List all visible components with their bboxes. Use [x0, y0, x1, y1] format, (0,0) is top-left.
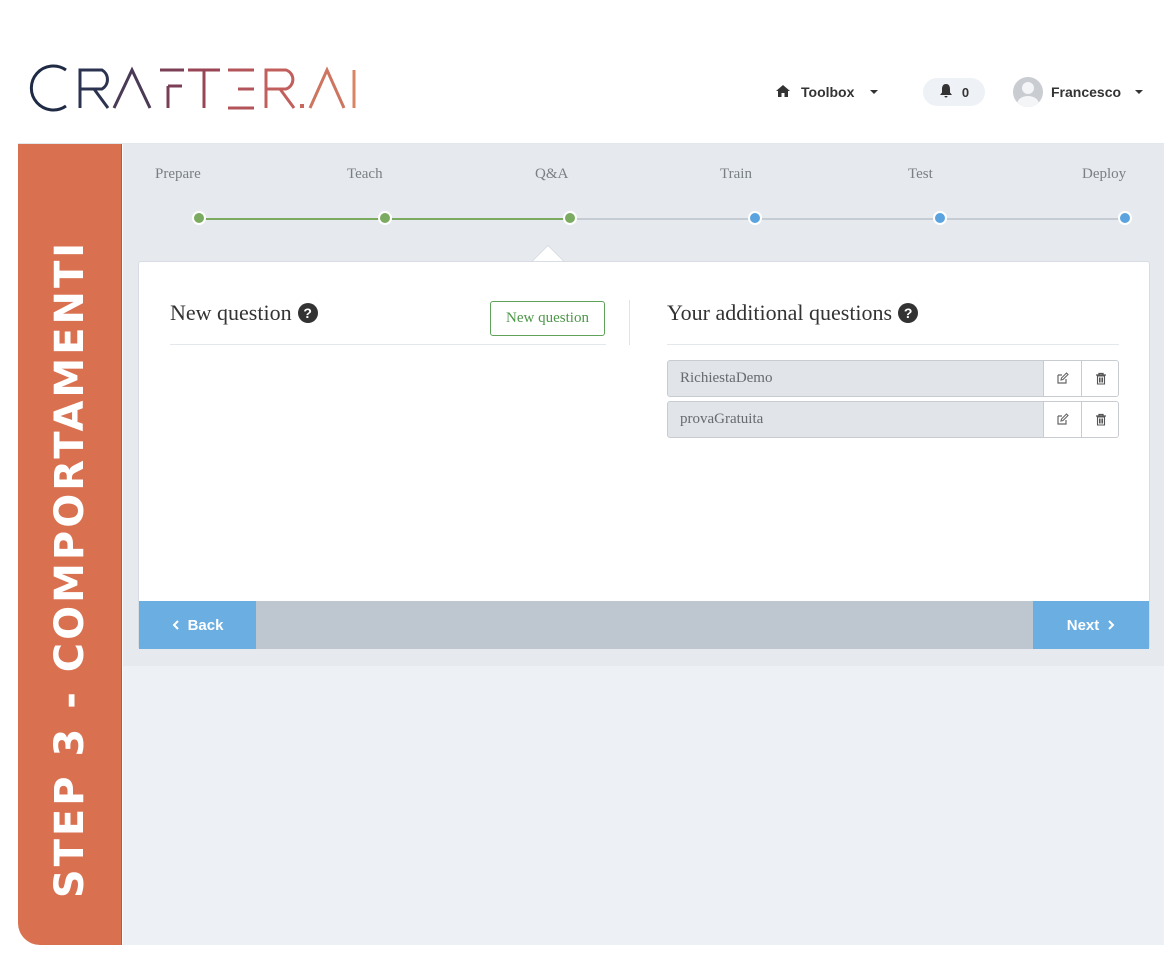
- list-item: provaGratuita: [667, 401, 1119, 438]
- back-button[interactable]: Back: [139, 601, 256, 649]
- user-menu[interactable]: Francesco: [1013, 77, 1144, 107]
- step-dot-test[interactable]: [933, 211, 947, 225]
- next-label: Next: [1066, 616, 1100, 634]
- back-label: Back: [187, 616, 224, 634]
- step-connector: [941, 218, 1126, 220]
- home-icon: [775, 84, 791, 101]
- list-item: RichiestaDemo: [667, 360, 1119, 397]
- notification-count: 0: [961, 84, 970, 100]
- edit-button[interactable]: [1043, 402, 1081, 437]
- main-content: Prepare Teach Q&A Train Test Deploy New …: [123, 144, 1164, 945]
- question-circle-icon[interactable]: ?: [297, 303, 318, 323]
- top-header: Toolbox 0 Francesco: [18, 40, 1164, 144]
- new-question-button[interactable]: New question: [490, 301, 605, 336]
- edit-icon: [1057, 372, 1069, 384]
- step-label-deploy[interactable]: Deploy: [1082, 166, 1126, 183]
- step-label-qa[interactable]: Q&A: [535, 166, 568, 183]
- divider: [170, 344, 606, 345]
- caret-down-icon: [1135, 90, 1144, 94]
- step-label-train[interactable]: Train: [720, 166, 752, 183]
- step-label-test[interactable]: Test: [908, 166, 933, 183]
- question-name: provaGratuita: [680, 411, 764, 427]
- caret-down-icon: [870, 90, 879, 94]
- column-divider: [629, 300, 630, 345]
- user-name: Francesco: [1051, 84, 1122, 100]
- step-connector: [756, 218, 941, 220]
- crafter-logo-graphic: [29, 64, 356, 112]
- next-button[interactable]: Next: [1033, 601, 1149, 649]
- divider: [667, 344, 1119, 345]
- trash-icon: [1095, 413, 1106, 426]
- new-question-title: New question: [170, 300, 292, 325]
- chevron-right-icon: [1108, 620, 1115, 630]
- app-frame: Toolbox 0 Francesco STEP 3 - COMPORTAMEN…: [18, 40, 1164, 945]
- avatar: [1013, 77, 1043, 107]
- bell-icon: [939, 83, 953, 102]
- crafter-logo[interactable]: [28, 62, 358, 119]
- step-label-teach[interactable]: Teach: [347, 166, 383, 183]
- step-dot-deploy[interactable]: [1118, 211, 1132, 225]
- edit-icon: [1057, 413, 1069, 425]
- step-dot-prepare[interactable]: [192, 211, 206, 225]
- question-name: RichiestaDemo: [680, 370, 773, 386]
- qa-card: New question ? New question Your additio…: [138, 261, 1150, 649]
- toolbox-label: Toolbox: [801, 84, 855, 100]
- step-connector: [386, 218, 571, 220]
- step-dot-teach[interactable]: [378, 211, 392, 225]
- step-connector: [571, 218, 756, 220]
- additional-questions-title: Your additional questions: [667, 300, 893, 325]
- edit-button[interactable]: [1043, 361, 1081, 396]
- additional-questions-heading: Your additional questions ?: [667, 300, 919, 326]
- step-connector: [200, 218, 386, 220]
- step-dot-train[interactable]: [748, 211, 762, 225]
- step-label-prepare[interactable]: Prepare: [155, 166, 201, 183]
- step-dot-qa[interactable]: [563, 211, 577, 225]
- step-banner-text: STEP 3 - COMPORTAMENTI: [47, 239, 93, 899]
- wizard-footer: Back Next: [139, 601, 1149, 649]
- notifications-button[interactable]: 0: [923, 78, 985, 106]
- delete-button[interactable]: [1081, 402, 1118, 437]
- delete-button[interactable]: [1081, 361, 1118, 396]
- trash-icon: [1095, 372, 1106, 385]
- question-circle-icon[interactable]: ?: [898, 303, 919, 323]
- step-banner: STEP 3 - COMPORTAMENTI: [18, 144, 122, 945]
- new-question-heading: New question ?: [170, 300, 318, 326]
- chevron-left-icon: [172, 620, 179, 630]
- toolbox-menu[interactable]: Toolbox: [775, 80, 879, 104]
